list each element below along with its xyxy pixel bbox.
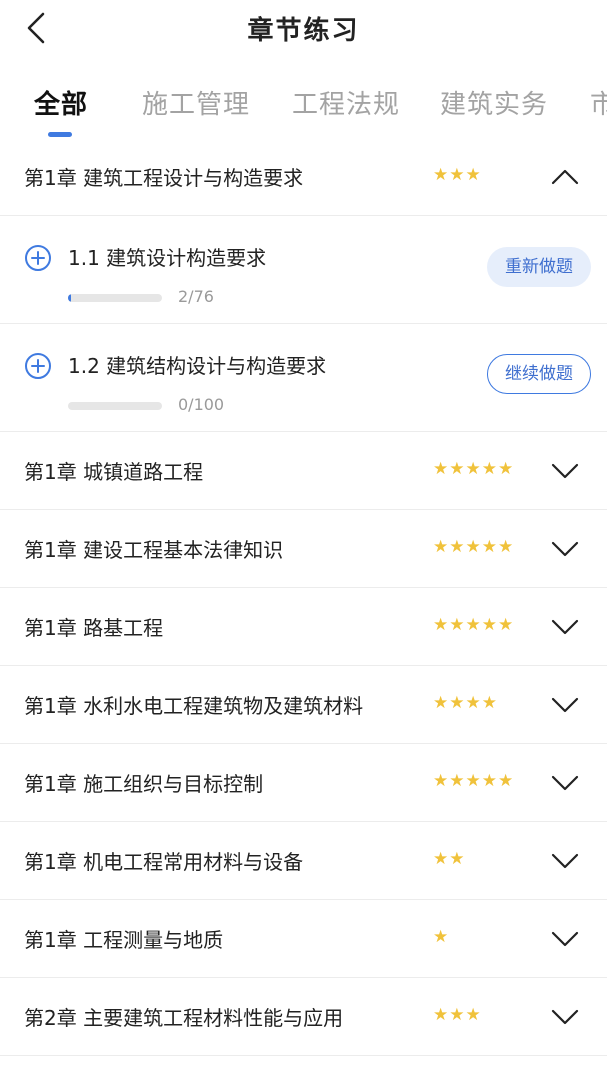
tab-municipal[interactable]: 市	[590, 84, 607, 121]
chapter-row[interactable]: 第1章 路基工程 ★★★★★	[0, 588, 607, 666]
chevron-down-icon	[551, 1009, 579, 1025]
chevron-down-icon	[551, 541, 579, 557]
tab-engineering-regulations[interactable]: 工程法规	[292, 84, 400, 121]
chevron-down-icon	[551, 463, 579, 479]
chapter-title: 第1章 水利水电工程建筑物及建筑材料	[24, 694, 364, 718]
page-title: 章节练习	[247, 16, 360, 46]
active-tab-indicator	[48, 132, 72, 137]
chevron-down-icon	[551, 931, 579, 947]
chevron-down-icon	[551, 697, 579, 713]
chapter-title: 第1章 建筑工程设计与构造要求	[24, 166, 304, 190]
chapter-title: 第1章 机电工程常用材料与设备	[24, 850, 304, 874]
difficulty-stars: ★★★★★	[433, 771, 515, 791]
chapter-row[interactable]: 第1章 机电工程常用材料与设备 ★★	[0, 822, 607, 900]
plus-circle-icon[interactable]	[24, 352, 52, 380]
tab-building-practice[interactable]: 建筑实务	[440, 84, 548, 121]
chapter-title: 第1章 路基工程	[24, 616, 164, 640]
difficulty-stars: ★★	[433, 849, 466, 869]
collapse-toggle[interactable]	[548, 162, 582, 192]
progress-count: 2/76	[178, 287, 214, 306]
chapter-row[interactable]: 第1章 建设工程基本法律知识 ★★★★★	[0, 510, 607, 588]
difficulty-stars: ★★★★	[433, 693, 498, 713]
progress-count: 0/100	[178, 395, 225, 414]
chevron-up-icon	[551, 169, 579, 185]
chapter-row[interactable]: 第1章 建筑工程设计与构造要求 ★★★	[0, 138, 607, 216]
chapter-row[interactable]: 第1章 城镇道路工程 ★★★★★	[0, 432, 607, 510]
difficulty-stars: ★★★	[433, 165, 482, 185]
chapter-title: 第1章 建设工程基本法律知识	[24, 538, 284, 562]
chapter-row[interactable]: 第1章 水利水电工程建筑物及建筑材料 ★★★★	[0, 666, 607, 744]
expand-toggle[interactable]	[548, 768, 582, 798]
expand-toggle[interactable]	[548, 924, 582, 954]
progress-bar	[68, 402, 162, 410]
difficulty-stars: ★	[433, 927, 450, 947]
chapter-title: 第1章 城镇道路工程	[24, 460, 204, 484]
expand-toggle[interactable]	[548, 612, 582, 642]
progress-bar	[68, 294, 162, 302]
header-bar: 章节练习	[0, 0, 607, 56]
chapter-title: 第1章 工程测量与地质	[24, 928, 224, 952]
chevron-down-icon	[551, 853, 579, 869]
chevron-down-icon	[551, 775, 579, 791]
progress-fill	[68, 294, 71, 302]
section-row[interactable]: 1.2 建筑结构设计与构造要求 0/100 继续做题	[0, 324, 607, 432]
section-title: 1.2 建筑结构设计与构造要求	[68, 354, 327, 378]
expand-toggle[interactable]	[548, 534, 582, 564]
plus-circle-icon[interactable]	[24, 244, 52, 272]
expand-toggle[interactable]	[548, 846, 582, 876]
difficulty-stars: ★★★★★	[433, 537, 515, 557]
continue-button[interactable]: 继续做题	[487, 354, 591, 394]
difficulty-stars: ★★★★★	[433, 459, 515, 479]
tab-all[interactable]: 全部	[34, 84, 88, 121]
expand-toggle[interactable]	[548, 1002, 582, 1032]
chevron-down-icon	[551, 619, 579, 635]
chapter-title: 第1章 施工组织与目标控制	[24, 772, 264, 796]
expand-toggle[interactable]	[548, 690, 582, 720]
chapter-title: 第2章 主要建筑工程材料性能与应用	[24, 1006, 344, 1030]
chapter-row[interactable]: 第1章 施工组织与目标控制 ★★★★★	[0, 744, 607, 822]
expand-toggle[interactable]	[548, 456, 582, 486]
chapter-list: 第1章 建筑工程设计与构造要求 ★★★ 1.1 建筑设计构造要求 2/76 重新…	[0, 138, 607, 1056]
difficulty-stars: ★★★★★	[433, 615, 515, 635]
tab-construction-management[interactable]: 施工管理	[142, 84, 250, 121]
difficulty-stars: ★★★	[433, 1005, 482, 1025]
category-tabs: 全部 施工管理 工程法规 建筑实务 市	[0, 70, 607, 140]
redo-button[interactable]: 重新做题	[487, 247, 591, 287]
chapter-row[interactable]: 第2章 主要建筑工程材料性能与应用 ★★★	[0, 978, 607, 1056]
chapter-row[interactable]: 第1章 工程测量与地质 ★	[0, 900, 607, 978]
section-row[interactable]: 1.1 建筑设计构造要求 2/76 重新做题	[0, 216, 607, 324]
section-title: 1.1 建筑设计构造要求	[68, 246, 267, 270]
